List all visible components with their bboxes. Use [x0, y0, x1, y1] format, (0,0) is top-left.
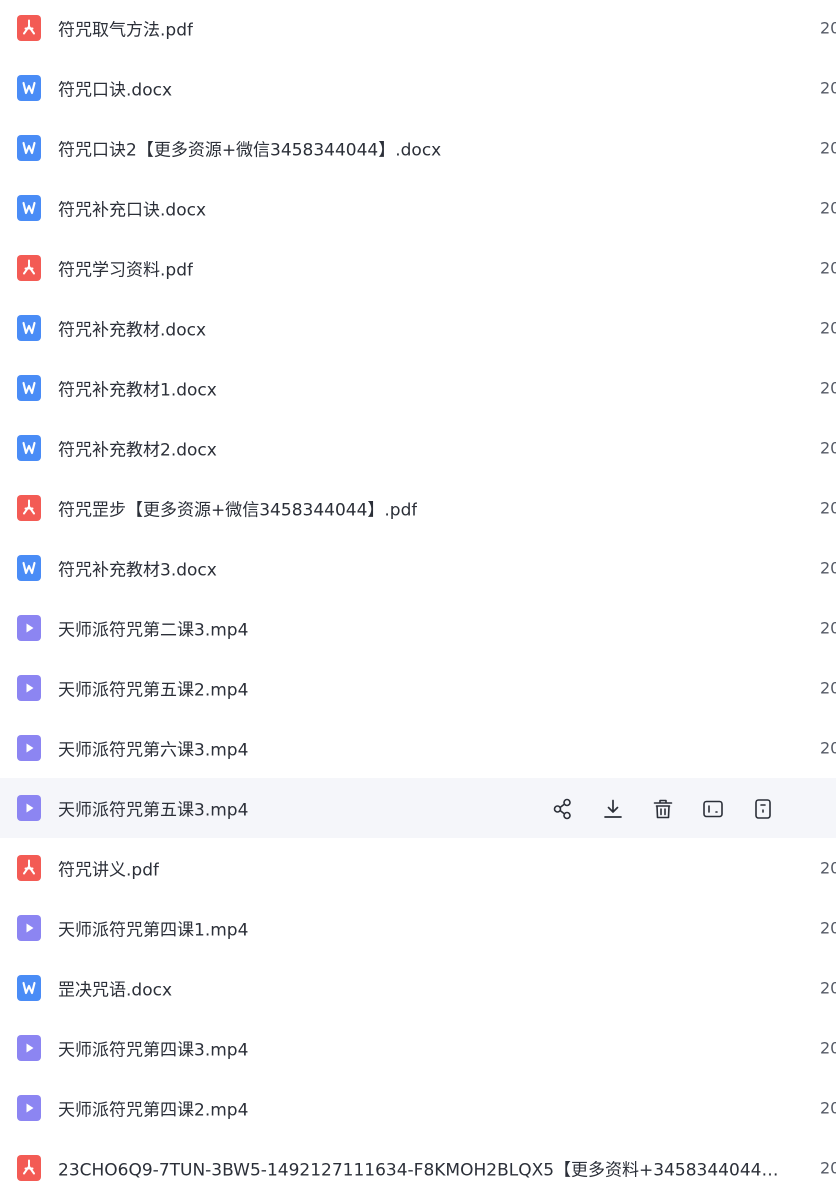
file-name[interactable]: 天师派符咒第五课3.mp4	[58, 796, 248, 821]
modified-date: 20	[820, 918, 836, 938]
word-file-icon	[17, 75, 41, 101]
file-row[interactable]: 符咒补充教材2.docx 20	[0, 418, 836, 478]
file-name[interactable]: 符咒补充教材.docx	[58, 316, 206, 341]
file-name[interactable]: 符咒补充口诀.docx	[58, 196, 206, 221]
more-button[interactable]	[750, 796, 776, 822]
pdf-file-icon	[17, 855, 41, 881]
modified-date: 20	[820, 258, 836, 278]
pdf-file-icon	[17, 495, 41, 521]
rename-button[interactable]	[700, 796, 726, 822]
modified-date: 20	[820, 378, 836, 398]
file-name[interactable]: 天师派符咒第四课2.mp4	[58, 1096, 248, 1121]
file-name[interactable]: 符咒罡步【更多资源+微信3458344044】.pdf	[58, 496, 417, 521]
file-name[interactable]: 天师派符咒第二课3.mp4	[58, 616, 248, 641]
row-actions	[550, 796, 800, 822]
video-file-icon	[17, 915, 41, 941]
file-name[interactable]: 符咒口诀.docx	[58, 76, 172, 101]
file-row[interactable]: 符咒罡步【更多资源+微信3458344044】.pdf 20	[0, 478, 836, 538]
modified-date: 20	[820, 678, 836, 698]
file-row[interactable]: 23CHO6Q9-7TUN-3BW5-1492127111634-F8KMOH2…	[0, 1138, 836, 1198]
document-info-icon	[751, 797, 775, 821]
video-file-icon	[17, 675, 41, 701]
download-icon	[601, 797, 625, 821]
modified-date: 20	[820, 498, 836, 518]
file-name[interactable]: 符咒补充教材3.docx	[58, 556, 217, 581]
file-name[interactable]: 罡决咒语.docx	[58, 976, 172, 1001]
modified-date: 20	[820, 978, 836, 998]
modified-date: 20	[820, 738, 836, 758]
word-file-icon	[17, 975, 41, 1001]
file-name[interactable]: 符咒口诀2【更多资源+微信3458344044】.docx	[58, 136, 441, 161]
pdf-file-icon	[17, 1155, 41, 1181]
file-name[interactable]: 符咒补充教材2.docx	[58, 436, 217, 461]
rename-icon	[701, 797, 725, 821]
modified-date: 20	[820, 438, 836, 458]
file-row[interactable]: 天师派符咒第五课3.mp4	[0, 778, 836, 838]
modified-date: 20	[820, 1098, 836, 1118]
file-row[interactable]: 天师派符咒第六课3.mp4 20	[0, 718, 836, 778]
word-file-icon	[17, 555, 41, 581]
word-file-icon	[17, 375, 41, 401]
file-row[interactable]: 符咒口诀.docx 20	[0, 58, 836, 118]
file-name[interactable]: 天师派符咒第六课3.mp4	[58, 736, 248, 761]
file-name[interactable]: 符咒补充教材1.docx	[58, 376, 217, 401]
file-name[interactable]: 天师派符咒第五课2.mp4	[58, 676, 248, 701]
file-row[interactable]: 罡决咒语.docx 20	[0, 958, 836, 1018]
modified-date: 20	[820, 318, 836, 338]
word-file-icon	[17, 315, 41, 341]
file-name[interactable]: 天师派符咒第四课3.mp4	[58, 1036, 248, 1061]
pdf-file-icon	[17, 15, 41, 41]
file-row[interactable]: 天师派符咒第四课3.mp4 20	[0, 1018, 836, 1078]
file-row[interactable]: 符咒补充教材3.docx 20	[0, 538, 836, 598]
delete-button[interactable]	[650, 796, 676, 822]
file-row[interactable]: 符咒学习资料.pdf 20	[0, 238, 836, 298]
word-file-icon	[17, 135, 41, 161]
download-button[interactable]	[600, 796, 626, 822]
file-row[interactable]: 天师派符咒第四课2.mp4 20	[0, 1078, 836, 1138]
video-file-icon	[17, 1035, 41, 1061]
modified-date: 20	[820, 1038, 836, 1058]
file-name[interactable]: 符咒讲义.pdf	[58, 856, 159, 881]
pdf-file-icon	[17, 255, 41, 281]
file-list: 符咒取气方法.pdf 20 符咒口诀.docx 20 符咒口诀2【更多资源+微信3458…	[0, 0, 836, 1198]
file-row[interactable]: 符咒讲义.pdf 20	[0, 838, 836, 898]
file-name[interactable]: 23CHO6Q9-7TUN-3BW5-1492127111634-F8KMOH2…	[58, 1156, 778, 1181]
modified-date: 20	[820, 558, 836, 578]
file-row[interactable]: 符咒补充教材1.docx 20	[0, 358, 836, 418]
file-row[interactable]: 天师派符咒第二课3.mp4 20	[0, 598, 836, 658]
file-row[interactable]: 天师派符咒第四课1.mp4 20	[0, 898, 836, 958]
share-button[interactable]	[550, 796, 576, 822]
video-file-icon	[17, 615, 41, 641]
modified-date: 20	[820, 858, 836, 878]
share-icon	[551, 797, 575, 821]
modified-date: 20	[820, 138, 836, 158]
modified-date: 20	[820, 198, 836, 218]
file-name[interactable]: 符咒取气方法.pdf	[58, 16, 193, 41]
video-file-icon	[17, 1095, 41, 1121]
video-file-icon	[17, 735, 41, 761]
trash-icon	[651, 797, 675, 821]
modified-date: 20	[820, 78, 836, 98]
modified-date: 20	[820, 18, 836, 38]
modified-date: 20	[820, 1158, 836, 1178]
file-row[interactable]: 符咒补充教材.docx 20	[0, 298, 836, 358]
file-name[interactable]: 符咒学习资料.pdf	[58, 256, 193, 281]
file-row[interactable]: 天师派符咒第五课2.mp4 20	[0, 658, 836, 718]
video-file-icon	[17, 795, 41, 821]
file-row[interactable]: 符咒口诀2【更多资源+微信3458344044】.docx 20	[0, 118, 836, 178]
file-row[interactable]: 符咒取气方法.pdf 20	[0, 0, 836, 58]
word-file-icon	[17, 435, 41, 461]
file-row[interactable]: 符咒补充口诀.docx 20	[0, 178, 836, 238]
word-file-icon	[17, 195, 41, 221]
file-name[interactable]: 天师派符咒第四课1.mp4	[58, 916, 248, 941]
modified-date: 20	[820, 618, 836, 638]
